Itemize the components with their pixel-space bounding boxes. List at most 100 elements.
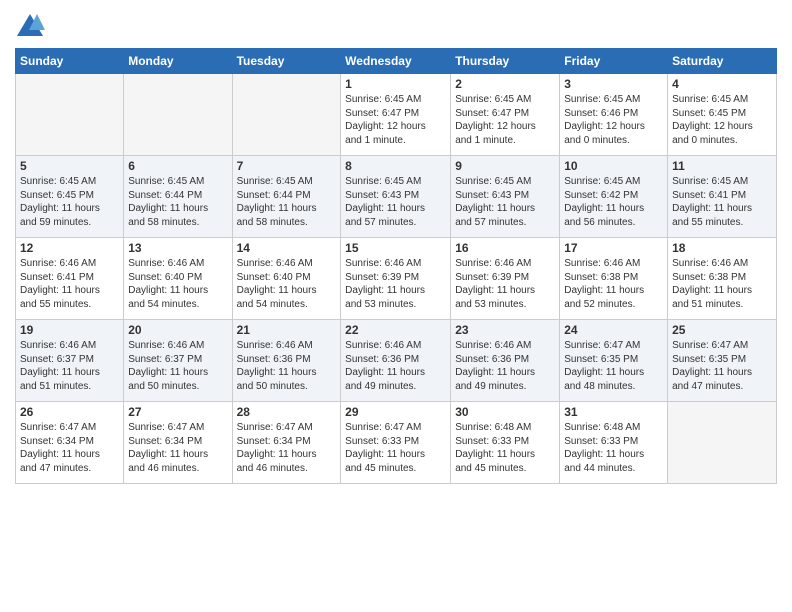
day-number: 11 [672, 159, 772, 173]
day-info: Sunrise: 6:45 AM Sunset: 6:41 PM Dayligh… [672, 175, 772, 229]
calendar-cell: 5 Sunrise: 6:45 AM Sunset: 6:45 PM Daylig… [16, 156, 124, 238]
day-number: 2 [455, 77, 555, 91]
day-header-thursday: Thursday [451, 49, 560, 74]
day-number: 15 [345, 241, 446, 255]
day-info: Sunrise: 6:47 AM Sunset: 6:35 PM Dayligh… [564, 339, 663, 393]
day-info: Sunrise: 6:46 AM Sunset: 6:38 PM Dayligh… [672, 257, 772, 311]
week-row-2: 5 Sunrise: 6:45 AM Sunset: 6:45 PM Daylig… [16, 156, 777, 238]
day-number: 20 [128, 323, 227, 337]
calendar-cell: 25Sunrise: 6:47 AM Sunset: 6:35 PM Dayli… [668, 320, 777, 402]
day-number: 10 [564, 159, 663, 173]
calendar-cell: 4 Sunrise: 6:45 AM Sunset: 6:45 PM Daylig… [668, 74, 777, 156]
day-info: Sunrise: 6:45 AM Sunset: 6:44 PM Dayligh… [237, 175, 337, 229]
calendar-cell [124, 74, 232, 156]
day-info: Sunrise: 6:45 AM Sunset: 6:45 PM Dayligh… [672, 93, 772, 147]
day-info: Sunrise: 6:47 AM Sunset: 6:33 PM Dayligh… [345, 421, 446, 475]
day-number: 14 [237, 241, 337, 255]
day-header-friday: Friday [560, 49, 668, 74]
day-number: 31 [564, 405, 663, 419]
day-number: 6 [128, 159, 227, 173]
calendar-cell: 17 Sunrise: 6:46 AM Sunset: 6:38 PM Dayli… [560, 238, 668, 320]
page-container: SundayMondayTuesdayWednesdayThursdayFrid… [0, 0, 792, 612]
day-info: Sunrise: 6:46 AM Sunset: 6:36 PM Dayligh… [237, 339, 337, 393]
calendar-cell: 15 Sunrise: 6:46 AM Sunset: 6:39 PM Dayli… [341, 238, 451, 320]
day-number: 12 [20, 241, 119, 255]
calendar-cell: 11 Sunrise: 6:45 AM Sunset: 6:41 PM Dayli… [668, 156, 777, 238]
day-info: Sunrise: 6:45 AM Sunset: 6:44 PM Dayligh… [128, 175, 227, 229]
day-number: 18 [672, 241, 772, 255]
calendar-cell: 8 Sunrise: 6:45 AM Sunset: 6:43 PM Daylig… [341, 156, 451, 238]
day-info: Sunrise: 6:46 AM Sunset: 6:36 PM Dayligh… [455, 339, 555, 393]
week-row-3: 12 Sunrise: 6:46 AM Sunset: 6:41 PM Dayli… [16, 238, 777, 320]
day-info: Sunrise: 6:46 AM Sunset: 6:37 PM Dayligh… [128, 339, 227, 393]
calendar-cell: 19 Sunrise: 6:46 AM Sunset: 6:37 PM Dayli… [16, 320, 124, 402]
calendar: SundayMondayTuesdayWednesdayThursdayFrid… [15, 48, 777, 484]
day-info: Sunrise: 6:45 AM Sunset: 6:47 PM Dayligh… [345, 93, 446, 147]
day-info: Sunrise: 6:47 AM Sunset: 6:35 PM Dayligh… [672, 339, 772, 393]
calendar-cell: 12 Sunrise: 6:46 AM Sunset: 6:41 PM Dayli… [16, 238, 124, 320]
week-row-5: 26 Sunrise: 6:47 AM Sunset: 6:34 PM Dayli… [16, 402, 777, 484]
day-info: Sunrise: 6:48 AM Sunset: 6:33 PM Dayligh… [455, 421, 555, 475]
calendar-cell: 16Sunrise: 6:46 AM Sunset: 6:39 PM Dayli… [451, 238, 560, 320]
calendar-cell: 22 Sunrise: 6:46 AM Sunset: 6:36 PM Dayli… [341, 320, 451, 402]
day-number: 29 [345, 405, 446, 419]
day-number: 5 [20, 159, 119, 173]
day-info: Sunrise: 6:46 AM Sunset: 6:41 PM Dayligh… [20, 257, 119, 311]
calendar-cell: 1 Sunrise: 6:45 AM Sunset: 6:47 PM Daylig… [341, 74, 451, 156]
day-header-monday: Monday [124, 49, 232, 74]
day-info: Sunrise: 6:48 AM Sunset: 6:33 PM Dayligh… [564, 421, 663, 475]
day-number: 26 [20, 405, 119, 419]
day-header-tuesday: Tuesday [232, 49, 341, 74]
day-number: 23 [455, 323, 555, 337]
day-info: Sunrise: 6:46 AM Sunset: 6:37 PM Dayligh… [20, 339, 119, 393]
logo-icon [15, 10, 45, 40]
calendar-cell: 7 Sunrise: 6:45 AM Sunset: 6:44 PM Daylig… [232, 156, 341, 238]
week-row-1: 1 Sunrise: 6:45 AM Sunset: 6:47 PM Daylig… [16, 74, 777, 156]
day-number: 16 [455, 241, 555, 255]
calendar-cell [16, 74, 124, 156]
day-info: Sunrise: 6:45 AM Sunset: 6:47 PM Dayligh… [455, 93, 555, 147]
calendar-cell: 20 Sunrise: 6:46 AM Sunset: 6:37 PM Dayli… [124, 320, 232, 402]
day-number: 30 [455, 405, 555, 419]
day-info: Sunrise: 6:46 AM Sunset: 6:40 PM Dayligh… [237, 257, 337, 311]
day-number: 27 [128, 405, 227, 419]
day-number: 3 [564, 77, 663, 91]
calendar-cell [668, 402, 777, 484]
day-number: 28 [237, 405, 337, 419]
day-number: 24 [564, 323, 663, 337]
day-number: 13 [128, 241, 227, 255]
calendar-cell: 23 Sunrise: 6:46 AM Sunset: 6:36 PM Dayli… [451, 320, 560, 402]
calendar-cell: 10 Sunrise: 6:45 AM Sunset: 6:42 PM Dayli… [560, 156, 668, 238]
day-number: 4 [672, 77, 772, 91]
calendar-cell: 6 Sunrise: 6:45 AM Sunset: 6:44 PM Daylig… [124, 156, 232, 238]
calendar-cell: 9Sunrise: 6:45 AM Sunset: 6:43 PM Daylig… [451, 156, 560, 238]
day-header-sunday: Sunday [16, 49, 124, 74]
calendar-cell: 14 Sunrise: 6:46 AM Sunset: 6:40 PM Dayli… [232, 238, 341, 320]
day-info: Sunrise: 6:46 AM Sunset: 6:38 PM Dayligh… [564, 257, 663, 311]
day-header-wednesday: Wednesday [341, 49, 451, 74]
day-number: 8 [345, 159, 446, 173]
day-info: Sunrise: 6:45 AM Sunset: 6:43 PM Dayligh… [345, 175, 446, 229]
day-number: 17 [564, 241, 663, 255]
calendar-cell: 30 Sunrise: 6:48 AM Sunset: 6:33 PM Dayli… [451, 402, 560, 484]
calendar-cell [232, 74, 341, 156]
day-header-saturday: Saturday [668, 49, 777, 74]
day-info: Sunrise: 6:46 AM Sunset: 6:39 PM Dayligh… [345, 257, 446, 311]
day-info: Sunrise: 6:45 AM Sunset: 6:45 PM Dayligh… [20, 175, 119, 229]
calendar-cell: 28 Sunrise: 6:47 AM Sunset: 6:34 PM Dayli… [232, 402, 341, 484]
day-number: 21 [237, 323, 337, 337]
calendar-cell: 13 Sunrise: 6:46 AM Sunset: 6:40 PM Dayli… [124, 238, 232, 320]
day-info: Sunrise: 6:46 AM Sunset: 6:40 PM Dayligh… [128, 257, 227, 311]
day-info: Sunrise: 6:47 AM Sunset: 6:34 PM Dayligh… [237, 421, 337, 475]
header [15, 10, 777, 40]
day-number: 7 [237, 159, 337, 173]
day-number: 19 [20, 323, 119, 337]
calendar-cell: 21 Sunrise: 6:46 AM Sunset: 6:36 PM Dayli… [232, 320, 341, 402]
day-info: Sunrise: 6:45 AM Sunset: 6:42 PM Dayligh… [564, 175, 663, 229]
day-info: Sunrise: 6:46 AM Sunset: 6:36 PM Dayligh… [345, 339, 446, 393]
day-number: 1 [345, 77, 446, 91]
calendar-cell: 3Sunrise: 6:45 AM Sunset: 6:46 PM Daylig… [560, 74, 668, 156]
day-number: 22 [345, 323, 446, 337]
calendar-cell: 27Sunrise: 6:47 AM Sunset: 6:34 PM Dayli… [124, 402, 232, 484]
header-row: SundayMondayTuesdayWednesdayThursdayFrid… [16, 49, 777, 74]
